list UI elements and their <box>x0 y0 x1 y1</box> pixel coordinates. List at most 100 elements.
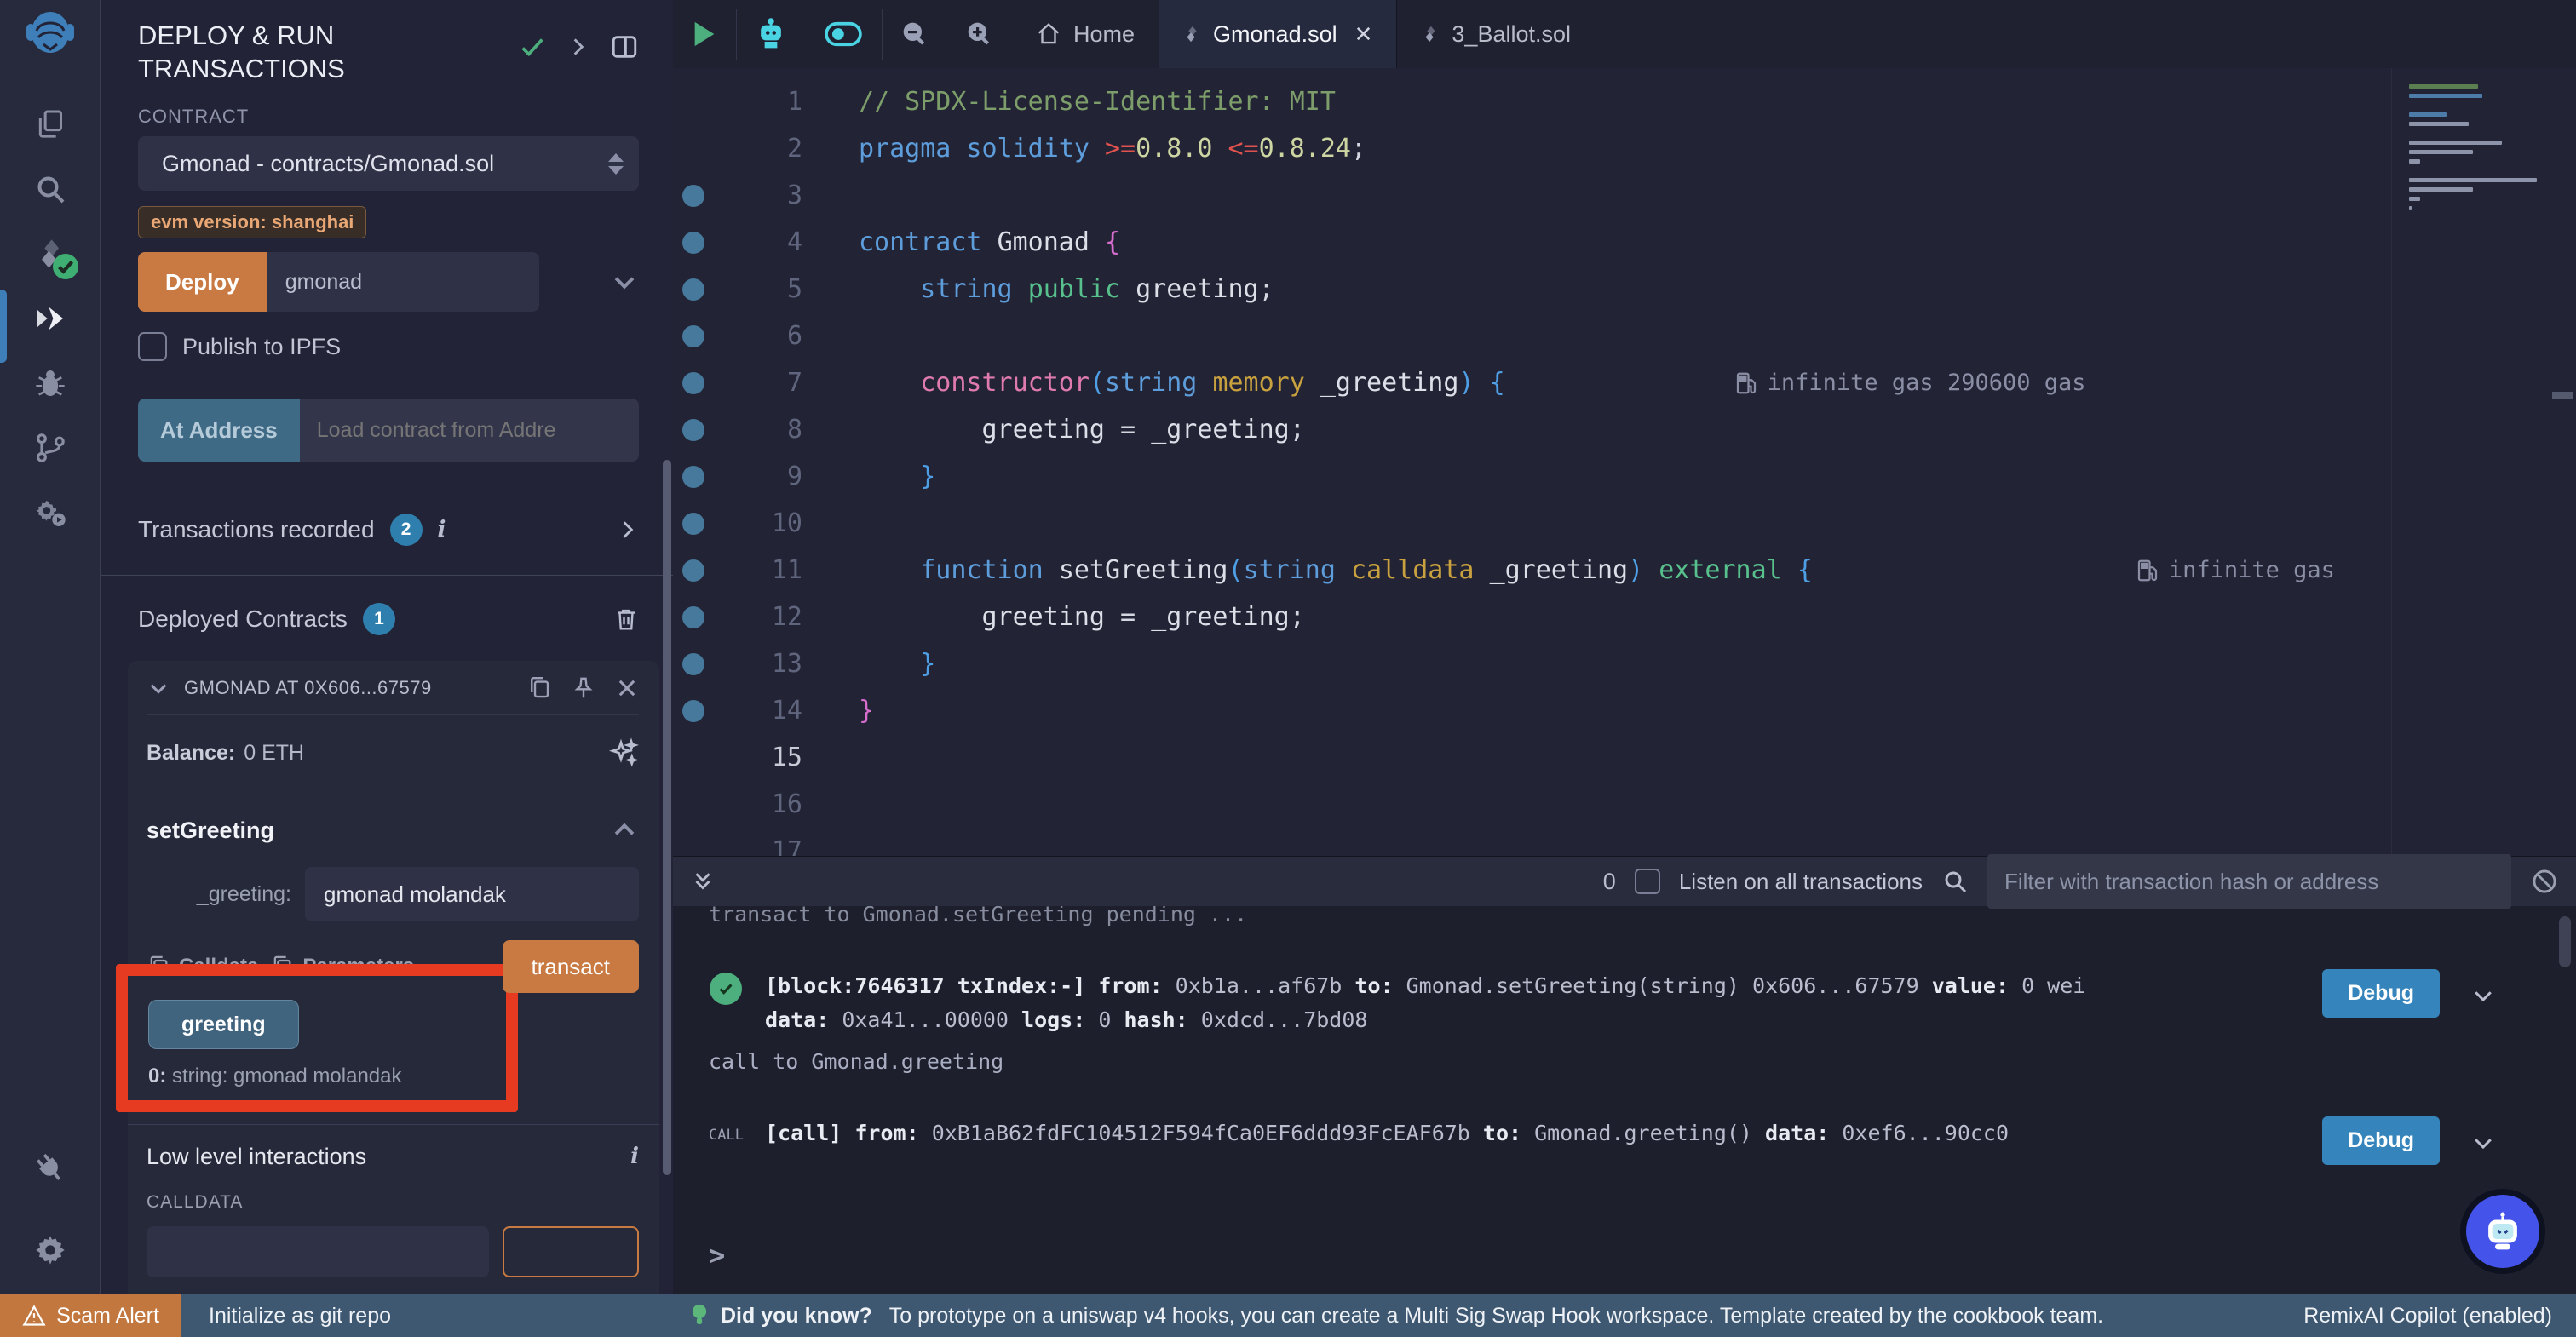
code-editor[interactable]: 1// SPDX-License-Identifier: MIT2pragma … <box>673 68 2576 856</box>
code-line-17[interactable]: 17 <box>673 828 2542 856</box>
code-line-13[interactable]: 13 } <box>673 640 2542 687</box>
settings-icon[interactable] <box>31 1231 70 1269</box>
panel-scrollbar[interactable] <box>663 460 671 1175</box>
gutter-dot-icon[interactable] <box>673 232 714 254</box>
search-icon[interactable] <box>31 170 70 208</box>
gutter-dot-icon[interactable] <box>673 513 714 535</box>
panel-pin-view-icon[interactable] <box>610 32 639 61</box>
at-address-button[interactable]: At Address <box>138 399 300 462</box>
deploy-button[interactable]: Deploy <box>138 252 267 312</box>
tab-home[interactable]: Home <box>1012 0 1159 68</box>
publish-ipfs-checkbox[interactable] <box>138 332 167 361</box>
code-line-5[interactable]: 5 string public greeting; <box>673 266 2542 313</box>
deploy-args-input[interactable] <box>267 252 539 312</box>
zoom-out-icon[interactable] <box>883 0 947 68</box>
gutter-dot-icon[interactable] <box>673 653 714 675</box>
contract-select[interactable]: Gmonad - contracts/Gmonad.sol <box>138 136 639 191</box>
debug-button[interactable]: Debug <box>2322 969 2440 1018</box>
code-line-11[interactable]: 11 function setGreeting(string calldata … <box>673 547 2542 594</box>
run-script-icon[interactable] <box>673 0 736 68</box>
gutter-dot-icon[interactable] <box>673 559 714 582</box>
line-number: 5 <box>714 274 802 304</box>
param-label: _greeting: <box>147 882 291 907</box>
expand-terminal-icon[interactable] <box>690 869 716 894</box>
low-level-transact-button[interactable] <box>503 1226 639 1277</box>
greeting-param-input[interactable] <box>305 867 639 921</box>
lightbulb-icon <box>690 1303 709 1328</box>
code-line-14[interactable]: 14} <box>673 687 2542 734</box>
remixai-robot-icon[interactable] <box>737 0 805 68</box>
code-line-3[interactable]: 3 <box>673 172 2542 219</box>
debug-button[interactable]: Debug <box>2322 1116 2440 1165</box>
code-line-12[interactable]: 12 greeting = _greeting; <box>673 594 2542 640</box>
trash-icon[interactable] <box>613 606 639 632</box>
terminal-scrollbar[interactable] <box>2559 916 2571 967</box>
code-line-16[interactable]: 16 <box>673 781 2542 828</box>
sparkles-icon[interactable] <box>608 737 639 768</box>
tab-ballot[interactable]: 3_Ballot.sol <box>1397 0 1595 68</box>
unit-testing-icon[interactable] <box>31 494 70 531</box>
code-line-2[interactable]: 2pragma solidity >=0.8.0 <=0.8.24; <box>673 125 2542 172</box>
gutter-dot-icon[interactable] <box>673 606 714 628</box>
transactions-expand-chevron-icon[interactable] <box>617 519 639 541</box>
transactions-count-badge: 2 <box>390 514 423 546</box>
code-line-9[interactable]: 9 } <box>673 453 2542 500</box>
gutter-dot-icon[interactable] <box>673 185 714 207</box>
info-icon: i <box>630 1144 639 1169</box>
expand-log-chevron-icon[interactable] <box>2470 1130 2496 1156</box>
terminal-body[interactable]: transact to Gmonad.setGreeting pending .… <box>673 906 2576 1271</box>
code-line-1[interactable]: 1// SPDX-License-Identifier: MIT <box>673 78 2542 125</box>
editor-minimap[interactable] <box>2409 82 2545 241</box>
code-line-10[interactable]: 10 <box>673 500 2542 547</box>
collapse-fn-chevron-icon[interactable] <box>610 816 639 845</box>
editor-scrollbar[interactable] <box>2552 392 2573 399</box>
panel-collapse-icon[interactable] <box>567 36 589 58</box>
copilot-status[interactable]: RemixAI Copilot (enabled) <box>2303 1304 2552 1328</box>
terminal-search-icon[interactable] <box>1941 868 1969 895</box>
gutter-dot-icon[interactable] <box>673 700 714 722</box>
terminal-prompt[interactable]: > <box>709 1239 2576 1271</box>
at-address-input[interactable] <box>300 399 639 462</box>
transact-button[interactable]: transact <box>503 940 640 993</box>
debugger-icon[interactable] <box>31 364 70 402</box>
greeting-call-button[interactable]: greeting <box>148 1000 299 1049</box>
close-tab-icon[interactable]: ✕ <box>1354 21 1373 48</box>
code-line-7[interactable]: 7 constructor(string memory _greeting) {… <box>673 359 2542 406</box>
copy-address-icon[interactable] <box>526 675 552 701</box>
git-icon[interactable] <box>31 429 70 467</box>
gutter-dot-icon[interactable] <box>673 325 714 347</box>
code-line-4[interactable]: 4contract Gmonad { <box>673 219 2542 266</box>
code-content[interactable]: 1// SPDX-License-Identifier: MIT2pragma … <box>673 68 2542 856</box>
deploy-run-icon[interactable] <box>31 300 70 337</box>
tab-gmonad[interactable]: Gmonad.sol ✕ <box>1159 0 1397 68</box>
gutter-dot-icon[interactable] <box>673 419 714 441</box>
code-line-8[interactable]: 8 greeting = _greeting; <box>673 406 2542 453</box>
pin-contract-icon[interactable] <box>571 675 596 701</box>
file-explorer-icon[interactable] <box>31 106 70 143</box>
remixai-assistant-button[interactable] <box>2460 1189 2545 1274</box>
code-line-6[interactable]: 6 <box>673 313 2542 359</box>
gutter-dot-icon[interactable] <box>673 278 714 301</box>
gutter-dot-icon[interactable] <box>673 372 714 394</box>
copilot-toggle-icon[interactable] <box>805 0 882 68</box>
info-icon: i <box>438 517 446 542</box>
call-summary-line[interactable]: [call] from: 0xB1aB62fdFC104512F594fCa0E… <box>765 1121 2009 1145</box>
contract-collapse-chevron-icon[interactable] <box>147 676 170 700</box>
tx-summary-line1[interactable]: [block:7646317 txIndex:-] from: 0xb1a...… <box>765 973 2085 998</box>
clear-console-icon[interactable] <box>2530 867 2559 896</box>
solidity-compiler-icon[interactable] <box>31 235 70 273</box>
plugin-manager-icon[interactable] <box>31 1150 70 1187</box>
listen-all-checkbox[interactable] <box>1635 869 1660 894</box>
expand-log-chevron-icon[interactable] <box>2470 983 2496 1008</box>
deploy-expand-chevron-icon[interactable] <box>610 267 639 296</box>
terminal-filter-input[interactable] <box>1987 854 2511 909</box>
zoom-in-icon[interactable] <box>947 0 1012 68</box>
code-line-15[interactable]: 15 <box>673 734 2542 781</box>
git-init-button[interactable]: Initialize as git repo <box>209 1304 391 1328</box>
tx-summary-line2[interactable]: data: 0xa41...00000 logs: 0 hash: 0xdcd.… <box>765 1007 1367 1032</box>
low-level-calldata-input[interactable] <box>147 1226 489 1277</box>
scam-alert-button[interactable]: Scam Alert <box>0 1294 181 1337</box>
close-contract-icon[interactable] <box>615 676 639 700</box>
remix-logo[interactable] <box>25 9 76 61</box>
gutter-dot-icon[interactable] <box>673 466 714 488</box>
